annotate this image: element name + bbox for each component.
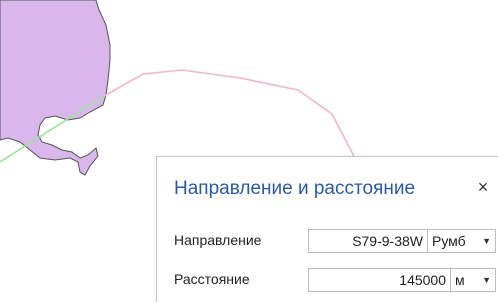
land-polygon — [0, 0, 111, 176]
direction-unit-value: Румб — [432, 233, 466, 249]
direction-distance-dialog: Направление и расстояние × Направление S… — [156, 156, 498, 302]
distance-unit-value: м — [455, 272, 465, 288]
direction-label: Направление — [174, 232, 262, 248]
map-view[interactable]: Направление и расстояние × Направление S… — [0, 0, 498, 302]
distance-label: Расстояние — [174, 271, 250, 287]
close-icon[interactable]: × — [471, 175, 495, 199]
chevron-down-icon: ▼ — [482, 236, 491, 246]
distance-unit-select[interactable]: м ▼ — [451, 268, 496, 292]
track-line — [103, 69, 357, 161]
chevron-down-icon: ▼ — [482, 275, 491, 285]
direction-unit-select[interactable]: Румб ▼ — [428, 229, 496, 253]
direction-input[interactable]: S79-9-38W — [308, 229, 428, 253]
distance-input[interactable]: 145000 — [308, 268, 451, 292]
dialog-title: Направление и расстояние — [174, 178, 416, 199]
